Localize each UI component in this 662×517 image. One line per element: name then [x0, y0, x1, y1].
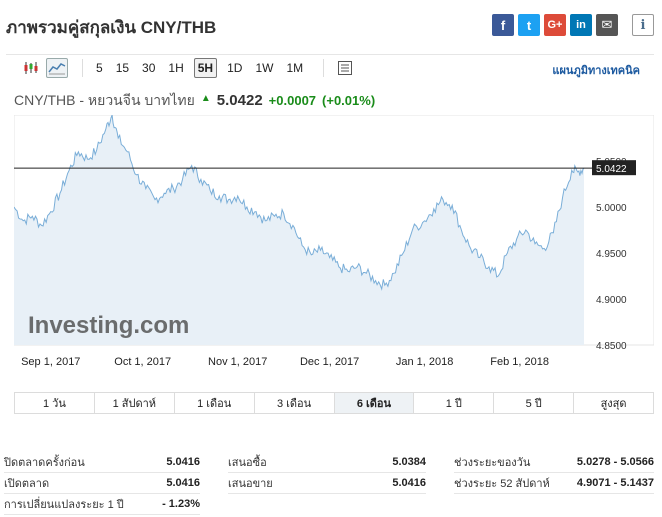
- chart-settings-icon[interactable]: [334, 58, 356, 78]
- timeframe-1m[interactable]: 1M: [283, 59, 306, 77]
- current-price-label: 5.0422: [596, 164, 627, 175]
- period-1-day[interactable]: 1 วัน: [15, 393, 95, 413]
- technical-chart-link[interactable]: แผนภูมิทางเทคนิค: [552, 61, 640, 79]
- y-tick-label: 4.9000: [596, 295, 627, 306]
- stat-row: เสนอขาย 5.0416: [228, 473, 426, 494]
- stat-label: ช่วงระยะของวัน: [454, 457, 531, 469]
- x-tick-label: Jan 1, 2018: [396, 356, 454, 368]
- stat-value: - 1.23%: [162, 498, 200, 510]
- share-bar: f t G+ in ✉ i: [492, 14, 654, 36]
- stat-value: 4.9071 - 5.1437: [576, 477, 654, 489]
- google-plus-share-icon[interactable]: G+: [544, 14, 566, 36]
- quote-header: CNY/THB - หยวนจีน บาทไทย ▲ 5.0422 +0.000…: [14, 90, 375, 112]
- x-tick-label: Feb 1, 2018: [490, 356, 549, 368]
- stat-row: ช่วงระยะของวัน 5.0278 - 5.0566: [454, 452, 654, 473]
- linkedin-share-icon[interactable]: in: [570, 14, 592, 36]
- y-tick-label: 4.8500: [596, 341, 627, 352]
- toolbar-divider: [82, 58, 83, 77]
- period-max[interactable]: สูงสุด: [574, 393, 653, 413]
- x-tick-label: Oct 1, 2017: [114, 356, 171, 368]
- stat-value: 5.0384: [392, 456, 426, 468]
- info-icon[interactable]: i: [632, 14, 654, 36]
- period-3-months[interactable]: 3 เดือน: [255, 393, 335, 413]
- timeframe-1h[interactable]: 1H: [165, 59, 186, 77]
- period-1-year[interactable]: 1 ปี: [414, 393, 495, 413]
- price-chart[interactable]: Investing.com5.05005.00004.95004.90004.8…: [14, 115, 654, 383]
- facebook-share-icon[interactable]: f: [492, 14, 514, 36]
- stat-row: ปิดตลาดครั้งก่อน 5.0416: [4, 452, 200, 473]
- stat-row: การเปลี่ยนแปลงระยะ 1 ปี - 1.23%: [4, 494, 200, 515]
- stat-label: เสนอซื้อ: [228, 457, 267, 469]
- stat-value: 5.0416: [392, 477, 426, 489]
- last-price: 5.0422: [216, 92, 263, 109]
- timeframe-5[interactable]: 5: [93, 59, 106, 77]
- x-tick-label: Nov 1, 2017: [208, 356, 267, 368]
- chart-toolbar: 5 15 30 1H 5H 1D 1W 1M แผนภูมิทางเทคนิค: [6, 54, 654, 80]
- price-change-percent: (+0.01%): [322, 93, 376, 108]
- stat-value: 5.0278 - 5.0566: [576, 456, 654, 468]
- area-chart-icon[interactable]: [46, 57, 68, 78]
- candlestick-icon[interactable]: [20, 58, 42, 78]
- stat-label: ช่วงระยะ 52 สัปดาห์: [454, 478, 550, 490]
- stat-row: ช่วงระยะ 52 สัปดาห์ 4.9071 - 5.1437: [454, 473, 654, 494]
- period-1-month[interactable]: 1 เดือน: [175, 393, 255, 413]
- period-6-months[interactable]: 6 เดือน: [334, 393, 415, 413]
- stat-row: เปิดตลาด 5.0416: [4, 473, 200, 494]
- period-5-years[interactable]: 5 ปี: [494, 393, 575, 413]
- period-1-week[interactable]: 1 สัปดาห์: [95, 393, 175, 413]
- timeframe-1w[interactable]: 1W: [252, 59, 276, 77]
- y-tick-label: 4.9500: [596, 249, 627, 260]
- x-tick-label: Sep 1, 2017: [21, 356, 80, 368]
- stat-row: เสนอซื้อ 5.0384: [228, 452, 426, 473]
- price-chart-svg: Investing.com5.05005.00004.95004.90004.8…: [14, 115, 654, 368]
- pair-name: CNY/THB - หยวนจีน บาทไทย: [14, 92, 195, 108]
- period-selector: 1 วัน 1 สัปดาห์ 1 เดือน 3 เดือน 6 เดือน …: [14, 392, 654, 414]
- page-title: ภาพรวมคู่สกุลเงิน CNY/THB: [6, 18, 217, 37]
- stat-value: 5.0416: [166, 456, 200, 468]
- stats-column-3: ช่วงระยะของวัน 5.0278 - 5.0566 ช่วงระยะ …: [454, 452, 654, 494]
- stats-column-2: เสนอซื้อ 5.0384 เสนอขาย 5.0416: [228, 452, 426, 494]
- stat-label: เปิดตลาด: [4, 478, 50, 490]
- x-tick-label: Dec 1, 2017: [300, 356, 359, 368]
- timeframe-5h[interactable]: 5H: [193, 57, 218, 78]
- investing-watermark: Investing.com: [28, 312, 189, 339]
- y-tick-label: 5.0000: [596, 203, 627, 214]
- stat-value: 5.0416: [166, 477, 200, 489]
- stat-label: ปิดตลาดครั้งก่อน: [4, 457, 85, 469]
- price-change: +0.0007: [268, 93, 317, 108]
- toolbar-divider: [323, 58, 325, 77]
- up-arrow-icon: ▲: [200, 93, 211, 104]
- stats-column-1: ปิดตลาดครั้งก่อน 5.0416 เปิดตลาด 5.0416 …: [4, 452, 200, 515]
- timeframe-30[interactable]: 30: [139, 59, 158, 77]
- timeframe-1d[interactable]: 1D: [224, 59, 245, 77]
- email-share-icon[interactable]: ✉: [596, 14, 618, 36]
- timeframe-15[interactable]: 15: [113, 59, 132, 77]
- stat-label: การเปลี่ยนแปลงระยะ 1 ปี: [4, 499, 124, 511]
- stat-label: เสนอขาย: [228, 478, 273, 490]
- twitter-share-icon[interactable]: t: [518, 14, 540, 36]
